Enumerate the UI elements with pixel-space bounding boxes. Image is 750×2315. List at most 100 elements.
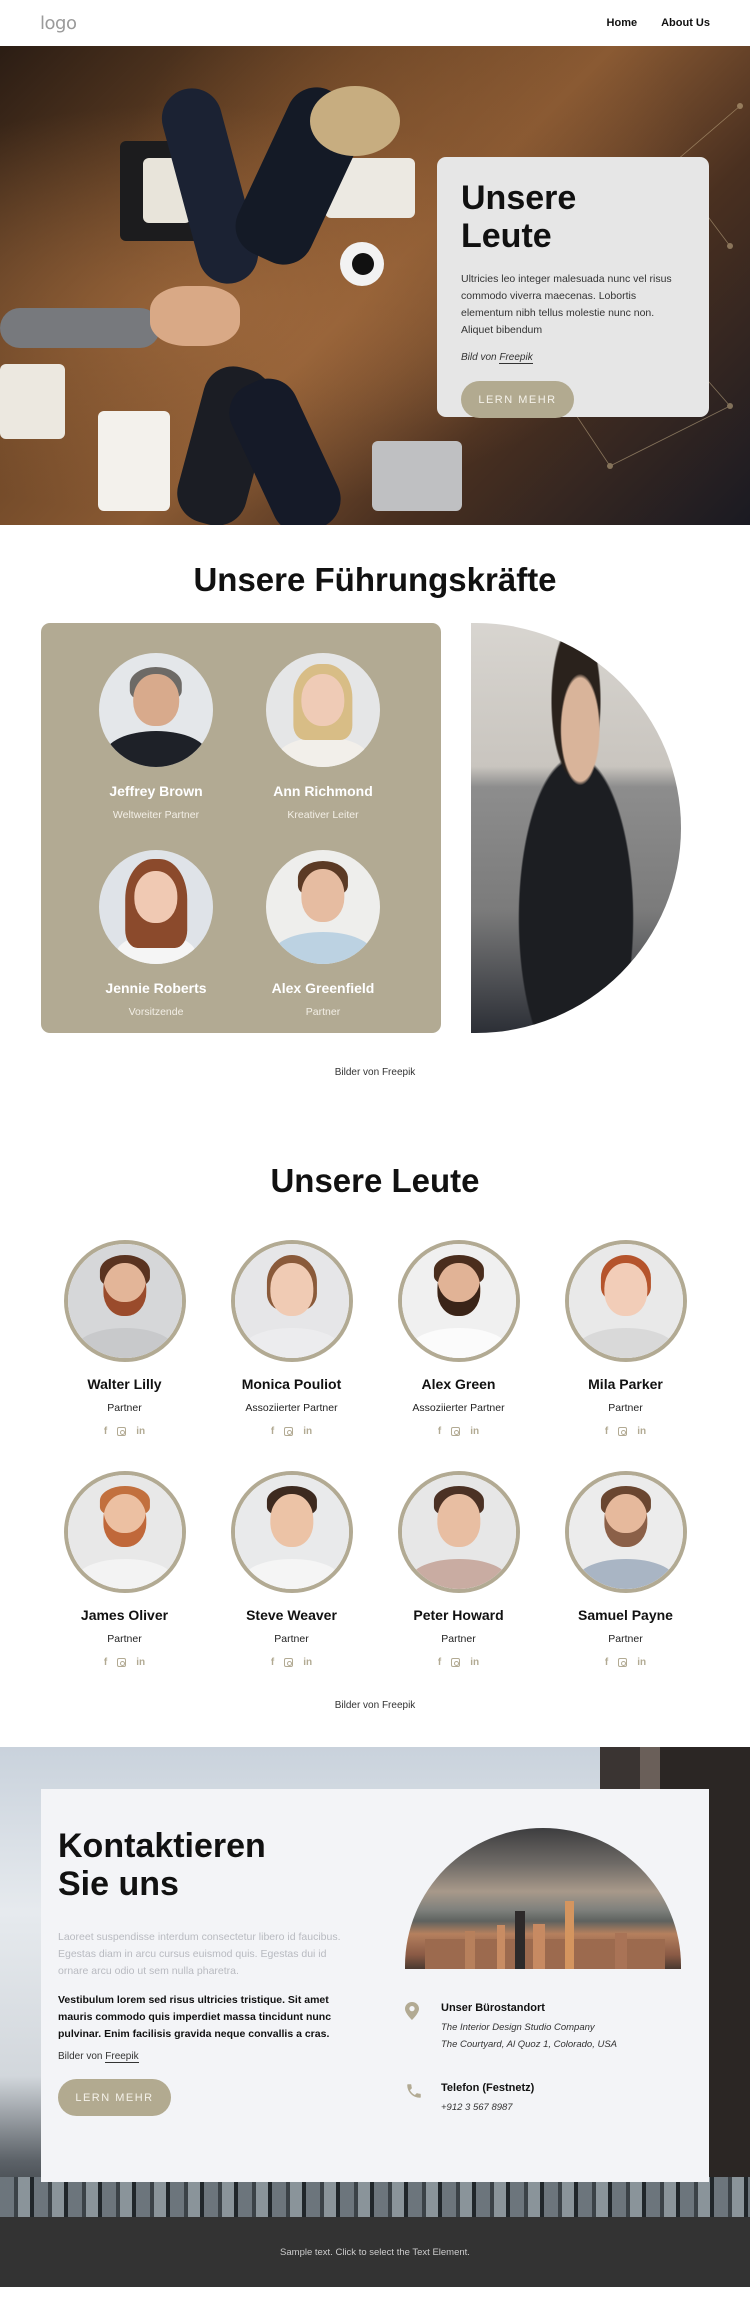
featured-leader-photo bbox=[471, 623, 681, 1033]
leader-name: Jeffrey Brown bbox=[109, 783, 203, 799]
hero-learn-more-button[interactable]: LERN MEHR bbox=[461, 381, 574, 418]
instagram-icon[interactable] bbox=[451, 1427, 461, 1436]
person-photo bbox=[230, 1240, 353, 1362]
leader-card: Alex Greenfield Partner bbox=[238, 850, 408, 1018]
linkedin-icon[interactable]: in bbox=[637, 1426, 646, 1437]
leaders-row: Jeffrey Brown Weltweiter Partner Ann Ric… bbox=[0, 623, 750, 1033]
social-links: f in bbox=[41, 1426, 208, 1437]
leader-photo bbox=[99, 850, 213, 964]
facebook-icon[interactable]: f bbox=[271, 1426, 274, 1437]
footer-text[interactable]: Sample text. Click to select the Text El… bbox=[280, 2247, 470, 2258]
linkedin-icon[interactable]: in bbox=[303, 1426, 312, 1437]
contact-title-line1: Kontaktieren bbox=[58, 1827, 266, 1865]
person-name: James Oliver bbox=[80, 1607, 169, 1623]
logo[interactable]: logo bbox=[40, 13, 77, 34]
contact-title: Kontaktieren Sie uns bbox=[58, 1827, 266, 1903]
hero-credit-prefix: Bild von bbox=[461, 352, 500, 363]
facebook-icon[interactable]: f bbox=[438, 1657, 441, 1668]
social-links: f in bbox=[375, 1657, 542, 1668]
person-card: Peter Howard Partner f in bbox=[375, 1471, 542, 1668]
linkedin-icon[interactable]: in bbox=[136, 1657, 145, 1668]
instagram-icon[interactable] bbox=[117, 1427, 127, 1436]
office-title: Unser Bürostandort bbox=[441, 2002, 545, 2014]
leader-name: Jennie Roberts bbox=[105, 980, 207, 996]
site-footer: Sample text. Click to select the Text El… bbox=[0, 2217, 750, 2287]
contact-image-credit: Bilder von Freepik bbox=[58, 2051, 139, 2063]
leader-card: Ann Richmond Kreativer Leiter bbox=[238, 653, 408, 821]
contact-title-line2: Sie uns bbox=[58, 1865, 179, 1903]
buildings-background bbox=[0, 2177, 750, 2217]
social-links: f in bbox=[542, 1426, 709, 1437]
person-name: Samuel Payne bbox=[578, 1607, 673, 1623]
person-card: Alex Green Assoziierter Partner f in bbox=[375, 1240, 542, 1437]
person-role: Partner bbox=[441, 1633, 476, 1645]
person-role: Assoziierter Partner bbox=[412, 1402, 505, 1414]
instagram-icon[interactable] bbox=[618, 1427, 628, 1436]
instagram-icon[interactable] bbox=[284, 1658, 294, 1667]
leader-name: Ann Richmond bbox=[273, 783, 373, 799]
leader-name: Alex Greenfield bbox=[271, 980, 375, 996]
social-links: f in bbox=[542, 1657, 709, 1668]
phone-icon bbox=[405, 2082, 423, 2100]
office-line-1: The Interior Design Studio Company bbox=[441, 2022, 595, 2033]
facebook-icon[interactable]: f bbox=[104, 1426, 107, 1437]
instagram-icon[interactable] bbox=[284, 1427, 294, 1436]
person-card: Mila Parker Partner f in bbox=[542, 1240, 709, 1437]
leaders-title: Unsere Führungskräfte bbox=[193, 561, 557, 598]
linkedin-icon[interactable]: in bbox=[303, 1657, 312, 1668]
nav-about-us[interactable]: About Us bbox=[661, 17, 710, 29]
linkedin-icon[interactable]: in bbox=[637, 1657, 646, 1668]
people-title: Unsere Leute bbox=[270, 1162, 480, 1199]
leaders-section: Unsere Führungskräfte Jeffrey Brown Welt… bbox=[0, 525, 750, 1078]
city-skyline-image bbox=[405, 1828, 681, 1969]
facebook-icon[interactable]: f bbox=[271, 1657, 274, 1668]
contact-learn-more-button[interactable]: LERN MEHR bbox=[58, 2079, 171, 2116]
linkedin-icon[interactable]: in bbox=[136, 1426, 145, 1437]
instagram-icon[interactable] bbox=[451, 1658, 461, 1667]
contact-freepik-link[interactable]: Freepik bbox=[105, 2051, 139, 2063]
office-line-2: The Courtyard, Al Quoz 1, Colorado, USA bbox=[441, 2039, 618, 2050]
leaders-image-credit: Bilder von Freepik bbox=[334, 1067, 416, 1078]
facebook-icon[interactable]: f bbox=[605, 1426, 608, 1437]
people-image-credit: Bilder von Freepik bbox=[334, 1700, 416, 1711]
person-card: Samuel Payne Partner f in bbox=[542, 1471, 709, 1668]
facebook-icon[interactable]: f bbox=[104, 1657, 107, 1668]
instagram-icon[interactable] bbox=[117, 1658, 127, 1667]
leader-photo bbox=[266, 850, 380, 964]
person-role: Partner bbox=[274, 1633, 309, 1645]
linkedin-icon[interactable]: in bbox=[470, 1426, 479, 1437]
contact-bold-text: Vestibulum lorem sed risus ultricies tri… bbox=[58, 1994, 332, 2040]
leader-role: Kreativer Leiter bbox=[287, 809, 359, 821]
person-card: Monica Pouliot Assoziierter Partner f in bbox=[208, 1240, 375, 1437]
instagram-icon[interactable] bbox=[618, 1658, 628, 1667]
facebook-icon[interactable]: f bbox=[605, 1657, 608, 1668]
leader-role: Weltweiter Partner bbox=[112, 809, 200, 821]
contact-card: Kontaktieren Sie uns Laoreet suspendisse… bbox=[41, 1789, 709, 2182]
person-role: Assoziierter Partner bbox=[245, 1402, 338, 1414]
person-role: Partner bbox=[608, 1402, 643, 1414]
person-name: Walter Lilly bbox=[87, 1376, 162, 1392]
phone-number[interactable]: +912 3 567 8987 bbox=[441, 2102, 513, 2113]
leader-card: Jeffrey Brown Weltweiter Partner bbox=[71, 653, 241, 821]
facebook-icon[interactable]: f bbox=[438, 1426, 441, 1437]
person-card: Walter Lilly Partner f in bbox=[41, 1240, 208, 1437]
person-card: James Oliver Partner f in bbox=[41, 1471, 208, 1668]
leader-photo bbox=[266, 653, 380, 767]
person-name: Peter Howard bbox=[413, 1607, 504, 1623]
leader-photo bbox=[99, 653, 213, 767]
linkedin-icon[interactable]: in bbox=[470, 1657, 479, 1668]
person-photo bbox=[230, 1471, 353, 1593]
main-nav: Home About Us bbox=[607, 17, 710, 29]
leaders-panel: Jeffrey Brown Weltweiter Partner Ann Ric… bbox=[41, 623, 441, 1033]
social-links: f in bbox=[208, 1657, 375, 1668]
person-photo bbox=[397, 1240, 520, 1362]
contact-muted-text: Laoreet suspendisse interdum consectetur… bbox=[58, 1931, 341, 1977]
leader-role: Partner bbox=[305, 1006, 341, 1018]
people-grid: Walter Lilly Partner f in Monica Pouliot… bbox=[0, 1240, 750, 1668]
contact-section: Kontaktieren Sie uns Laoreet suspendisse… bbox=[0, 1747, 750, 2217]
nav-home[interactable]: Home bbox=[607, 17, 638, 29]
person-photo bbox=[63, 1240, 186, 1362]
freepik-link[interactable]: Freepik bbox=[499, 352, 533, 364]
person-card: Steve Weaver Partner f in bbox=[208, 1471, 375, 1668]
person-photo bbox=[63, 1471, 186, 1593]
